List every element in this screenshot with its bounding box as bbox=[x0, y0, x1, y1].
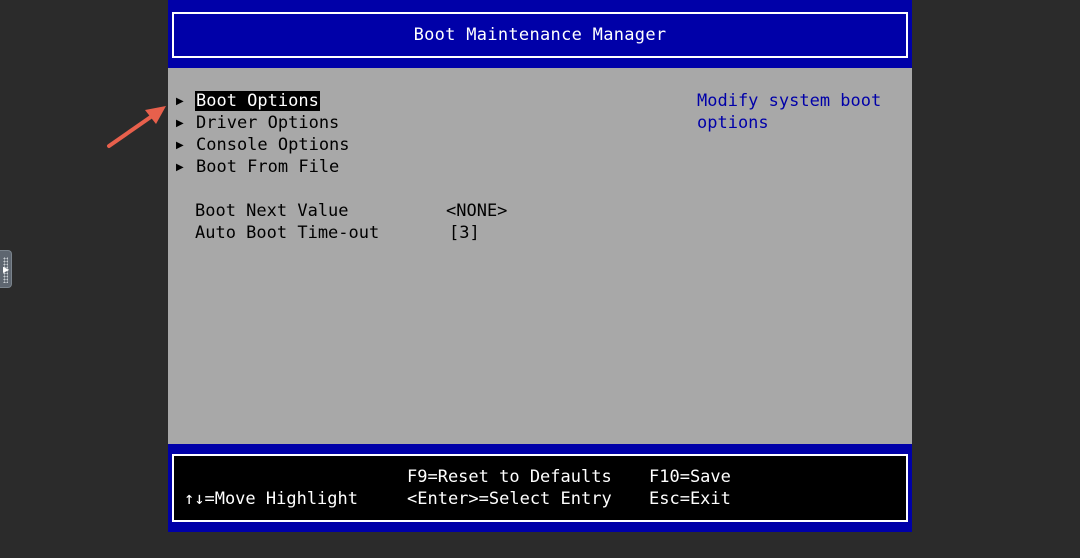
menu-item-label: Driver Options bbox=[196, 113, 340, 133]
triangle-right-icon: ▶ bbox=[176, 161, 184, 173]
menu-item-boot-options[interactable]: ▶ Boot Options bbox=[176, 90, 351, 112]
side-panel-handle[interactable]: ▶ bbox=[0, 250, 12, 288]
setting-label: Boot Next Value bbox=[195, 201, 349, 221]
key-hint-f9: F9=Reset to Defaults bbox=[407, 467, 612, 487]
menu-item-driver-options[interactable]: ▶ Driver Options bbox=[176, 112, 351, 134]
menu-list: ▶ Boot Options ▶ Driver Options ▶ Consol… bbox=[176, 90, 351, 178]
menu-item-label: Boot Options bbox=[195, 91, 320, 111]
menu-item-label: Console Options bbox=[196, 135, 350, 155]
setting-boot-next-value[interactable]: Boot Next Value <NONE> bbox=[195, 200, 507, 222]
key-hint-esc: Esc=Exit bbox=[649, 489, 731, 509]
bios-screen: Boot Maintenance Manager ▶ Boot Options … bbox=[168, 0, 912, 532]
setting-auto-boot-timeout[interactable]: Auto Boot Time-out [3] bbox=[195, 222, 480, 244]
arrow-icon bbox=[107, 106, 166, 148]
menu-item-label: Boot From File bbox=[196, 157, 340, 177]
main-panel: ▶ Boot Options ▶ Driver Options ▶ Consol… bbox=[168, 68, 912, 444]
menu-item-boot-from-file[interactable]: ▶ Boot From File bbox=[176, 156, 351, 178]
header-bar: Boot Maintenance Manager bbox=[168, 0, 912, 68]
key-hint-move: ↑↓=Move Highlight bbox=[184, 489, 358, 509]
key-hint-enter: <Enter>=Select Entry bbox=[407, 489, 612, 509]
footer-bar: F9=Reset to Defaults F10=Save ↑↓=Move Hi… bbox=[168, 444, 912, 532]
expand-arrow-icon: ▶ bbox=[3, 265, 10, 274]
setting-label: Auto Boot Time-out bbox=[195, 223, 380, 243]
menu-item-console-options[interactable]: ▶ Console Options bbox=[176, 134, 351, 156]
setting-value[interactable]: [3] bbox=[449, 223, 480, 243]
header-frame: Boot Maintenance Manager bbox=[172, 12, 908, 58]
page-title: Boot Maintenance Manager bbox=[413, 25, 667, 45]
footer-frame: F9=Reset to Defaults F10=Save ↑↓=Move Hi… bbox=[172, 454, 908, 522]
key-hint-f10: F10=Save bbox=[649, 467, 731, 487]
setting-value[interactable]: <NONE> bbox=[446, 201, 507, 221]
help-text: Modify system boot options bbox=[697, 91, 882, 133]
